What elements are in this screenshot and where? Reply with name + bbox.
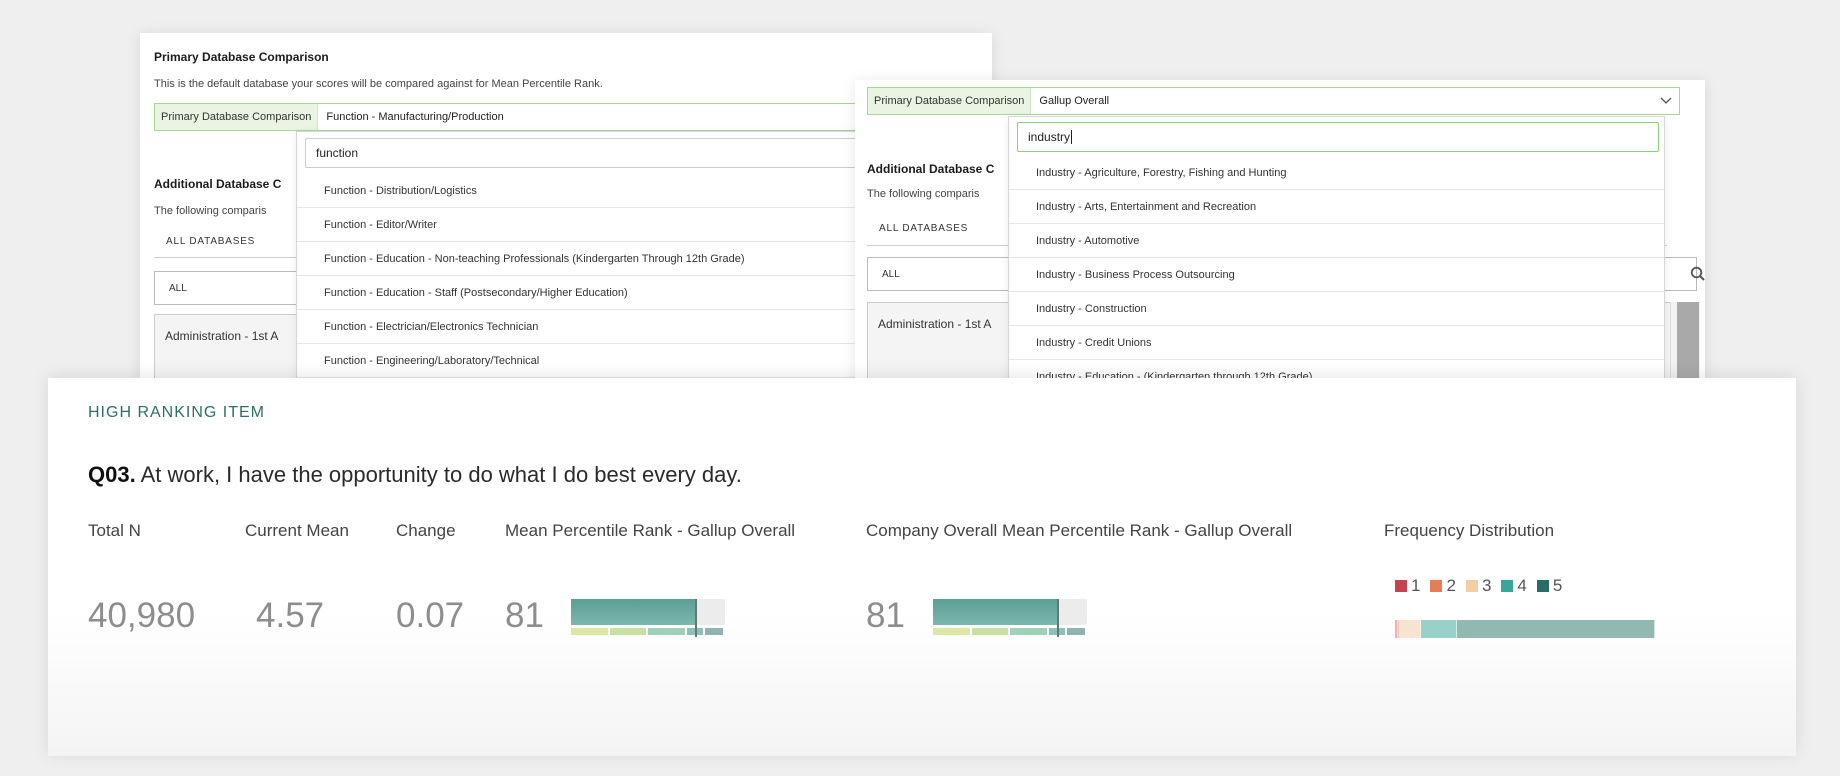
mpr-label: Mean Percentile Rank - Gallup Overall	[505, 521, 796, 540]
legend-label: 4	[1517, 576, 1527, 595]
legend-label: 5	[1552, 576, 1563, 595]
additional-database-title: Additional Database C	[867, 162, 995, 176]
legend-item: 1	[1395, 576, 1420, 596]
dropdown-option[interactable]: Industry - Arts, Entertainment and Recre…	[1009, 190, 1664, 224]
frequency-legend: 1 2 3 4 5	[1395, 576, 1562, 596]
text-cursor	[1071, 130, 1073, 144]
chevron-down-icon[interactable]	[1653, 88, 1679, 114]
quartile-segment	[571, 628, 608, 635]
legend-swatch	[1465, 580, 1478, 592]
quartile-segment	[933, 628, 970, 635]
question-body: At work, I have the opportunity to do wh…	[135, 462, 742, 487]
company-mpr-value: 81	[866, 596, 905, 635]
additional-database-description: The following comparis	[867, 188, 980, 200]
scrollbar-thumb[interactable]	[1677, 302, 1699, 385]
high-ranking-item-card: HIGH RANKING ITEM Q03. At work, I have t…	[48, 378, 1796, 756]
quartile-segment	[972, 628, 1008, 635]
total-n-value: 40,980	[88, 596, 196, 635]
mpr-gauge	[571, 599, 725, 637]
legend-item: 2	[1430, 576, 1456, 596]
mpr-fill	[571, 599, 696, 625]
primary-database-select-label: Primary Database Comparison	[155, 104, 319, 130]
legend-swatch	[1395, 580, 1407, 592]
question-id: Q03.	[88, 462, 136, 487]
tab-all-databases[interactable]: ALL DATABASES	[879, 223, 968, 234]
current-mean-value: 4.57	[256, 596, 325, 635]
legend-label: 3	[1481, 576, 1492, 595]
quartile-segment	[1010, 628, 1047, 635]
quartile-segment	[705, 628, 723, 635]
mpr-value: 81	[505, 596, 544, 635]
mpr-remainder	[1058, 599, 1087, 625]
search-icon[interactable]	[1690, 266, 1705, 287]
quartile-segment	[610, 628, 646, 635]
current-mean-label: Current Mean	[245, 521, 349, 540]
change-value: 0.07	[396, 596, 465, 635]
mpr-marker	[695, 599, 697, 637]
dropdown-search-input[interactable]: industry	[1017, 122, 1659, 152]
primary-database-select-value: Gallup Overall	[1039, 95, 1110, 107]
primary-database-description: This is the default database your scores…	[154, 78, 603, 90]
primary-database-title: Primary Database Comparison	[154, 50, 329, 64]
legend-item: 3	[1465, 576, 1492, 596]
legend-item: 4	[1501, 576, 1527, 596]
database-list-item[interactable]: Administration - 1st A	[878, 317, 991, 331]
dropdown-option[interactable]: Industry - Agriculture, Forestry, Fishin…	[1009, 156, 1664, 190]
quartile-segment	[1067, 628, 1085, 635]
primary-database-panel-industry: Primary Database Comparison Gallup Overa…	[855, 80, 1705, 385]
question-text: Q03. At work, I have the opportunity to …	[88, 462, 742, 488]
legend-label: 1	[1411, 576, 1421, 595]
total-n-label: Total N	[88, 521, 141, 540]
legend-swatch	[1536, 580, 1549, 592]
card-eyebrow: HIGH RANKING ITEM	[88, 404, 266, 421]
primary-database-select-label: Primary Database Comparison	[868, 88, 1032, 114]
company-mpr-gauge	[933, 599, 1087, 637]
mpr-remainder	[696, 599, 725, 625]
mpr-fill	[933, 599, 1058, 625]
primary-database-select[interactable]: Primary Database Comparison Gallup Overa…	[867, 87, 1680, 115]
frequency-distribution-label: Frequency Distribution	[1384, 521, 1555, 540]
legend-item: 5	[1536, 576, 1563, 596]
change-label: Change	[396, 521, 456, 540]
industry-dropdown: industry Industry - Agriculture, Forestr…	[1008, 116, 1665, 385]
mpr-marker	[1057, 599, 1059, 637]
frequency-segment-3	[1400, 620, 1421, 638]
frequency-distribution-bar	[1395, 620, 1655, 638]
frequency-segment-4	[1420, 620, 1458, 638]
dropdown-search-text: industry	[1028, 130, 1071, 144]
tab-all-databases[interactable]: ALL DATABASES	[166, 236, 255, 247]
quartile-segment	[648, 628, 685, 635]
database-list-item[interactable]: Administration - 1st A	[165, 329, 278, 343]
dropdown-option[interactable]: Industry - Automotive	[1009, 224, 1664, 258]
legend-swatch	[1430, 580, 1443, 592]
legend-label: 2	[1446, 576, 1456, 595]
additional-database-description: The following comparis	[154, 205, 267, 217]
dropdown-option[interactable]: Industry - Business Process Outsourcing	[1009, 258, 1664, 292]
company-mpr-label: Company Overall Mean Percentile Rank - G…	[866, 521, 1293, 540]
database-filter-value: ALL	[882, 268, 900, 280]
additional-database-title: Additional Database C	[154, 177, 282, 191]
legend-swatch	[1501, 580, 1514, 592]
dropdown-option[interactable]: Industry - Credit Unions	[1009, 326, 1664, 360]
frequency-segment-5	[1457, 620, 1655, 638]
dropdown-option[interactable]: Industry - Construction	[1009, 292, 1664, 326]
